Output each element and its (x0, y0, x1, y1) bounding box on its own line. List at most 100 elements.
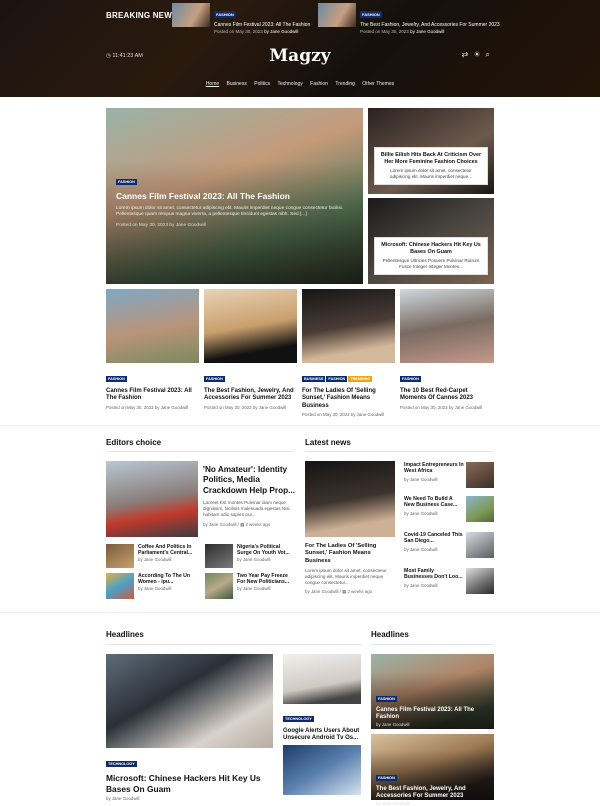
article-card[interactable]: FASHION Cannes Film Festival 2023: All T… (106, 289, 199, 410)
editors-item[interactable]: Nigeria's Political Surge On Youth Vot..… (205, 544, 295, 568)
author-link[interactable]: by Jane Goodwill (237, 586, 295, 591)
editors-item-thumbnail[interactable] (106, 573, 134, 599)
shuffle-icon[interactable]: ⇄ (462, 50, 474, 59)
author-link[interactable]: by Jane Goodwill (138, 586, 198, 591)
latest-main-title[interactable]: For The Ladies Of 'Selling Sunset,' Fash… (305, 543, 397, 565)
editors-item-thumbnail[interactable] (106, 544, 134, 568)
latest-item[interactable]: Impact Entrepreneurs In West Africa by Ja… (404, 462, 494, 488)
ticker-item[interactable]: FASHION Cannes Film Festival 2023: All T… (172, 3, 334, 34)
headline-overlay-title[interactable]: Cannes Film Festival 2023: All The Fashi… (376, 707, 490, 722)
nav-other-themes[interactable]: Other Themes (362, 81, 394, 87)
latest-item-thumbnail[interactable] (466, 462, 494, 488)
author-link[interactable]: by Jane Goodwill (376, 801, 490, 806)
article-title[interactable]: For The Ladies Of 'Selling Sunset,' Fash… (302, 388, 395, 410)
nav-home[interactable]: Home (206, 81, 219, 87)
latest-main-thumbnail[interactable] (305, 461, 395, 537)
site-logo[interactable]: Magzy (0, 46, 600, 66)
category-tag[interactable]: FASHION (376, 696, 397, 702)
side-card[interactable]: Billie Eilish Hits Back At Criticism Ove… (368, 108, 494, 194)
category-tag[interactable]: TECHNOLOGY (283, 716, 314, 722)
nav-business[interactable]: Business (227, 81, 247, 87)
nav-fashion[interactable]: Fashion (310, 81, 328, 87)
latest-item[interactable]: We Need To Build A New Business Case... b… (404, 496, 494, 522)
category-tag[interactable]: FASHION (214, 11, 236, 18)
category-tag[interactable]: TECHNOLOGY (106, 761, 137, 767)
author-link[interactable]: by Jane Goodwill (138, 557, 198, 562)
editors-main-title[interactable]: 'No Amateur': Identity Politics, Media C… (203, 465, 295, 496)
editors-item-title[interactable]: According To The Un Women - ipu... (138, 573, 198, 586)
article-title[interactable]: The Best Fashion, Jewelry, And Accessori… (204, 388, 297, 403)
headline-overlay-card[interactable]: FASHION Cannes Film Festival 2023: All T… (371, 654, 494, 729)
latest-item[interactable]: Covid-19 Canceled This San Diego... by Ja… (404, 532, 494, 558)
editors-item-thumbnail[interactable] (205, 573, 233, 599)
article-card[interactable]: FASHION The 10 Best Red-Carpet Moments O… (400, 289, 494, 410)
category-tag[interactable]: FASHION (400, 376, 421, 382)
nav-politics[interactable]: Politics (254, 81, 270, 87)
headline-main-thumbnail[interactable] (106, 654, 273, 748)
ticker-item[interactable]: FASHION The Best Fashion, Jewelry, And A… (318, 3, 500, 34)
headline-overlay-card[interactable]: FASHION The Best Fashion, Jewelry, And A… (371, 734, 494, 806)
article-thumbnail[interactable] (400, 289, 494, 363)
author-link[interactable]: by Jane Goodwill (404, 547, 464, 552)
editors-item-title[interactable]: Nigeria's Political Surge On Youth Vot..… (237, 544, 295, 557)
ticker-thumbnail[interactable] (318, 3, 356, 27)
ticker-title[interactable]: The Best Fashion, Jewelry, And Accessori… (360, 22, 500, 28)
ticker-title[interactable]: Cannes Film Festival 2023: All The Fashi… (214, 22, 334, 28)
category-tag[interactable]: FASHION (106, 376, 127, 382)
author-link[interactable]: by Jane Goodwill (203, 522, 236, 527)
editors-item-title[interactable]: Two Year Pay Freeze For New Politicians.… (237, 573, 295, 586)
latest-item[interactable]: Most Family Businesses Don't Loo... by Ja… (404, 568, 494, 594)
hero-title[interactable]: Cannes Film Festival 2023: All The Fashi… (116, 191, 356, 201)
article-card[interactable]: FASHION The Best Fashion, Jewelry, And A… (204, 289, 297, 410)
author-link[interactable]: by Jane Goodwill (404, 583, 464, 588)
article-title[interactable]: Cannes Film Festival 2023: All The Fashi… (106, 388, 199, 403)
category-tag[interactable]: FASHION (326, 376, 348, 382)
editors-item[interactable]: According To The Un Women - ipu... by Jan… (106, 573, 198, 599)
ticker-author[interactable]: by Jane Goodwill (410, 29, 444, 34)
hero-article[interactable]: FASHION Cannes Film Festival 2023: All T… (106, 108, 363, 284)
latest-item-thumbnail[interactable] (466, 496, 494, 522)
latest-item-thumbnail[interactable] (466, 532, 494, 558)
editors-item[interactable]: Two Year Pay Freeze For New Politicians.… (205, 573, 295, 599)
author-link[interactable]: by Jane Goodwill (376, 722, 490, 727)
search-icon[interactable]: ⌕ (486, 50, 495, 59)
category-tag[interactable]: BUSINESS (302, 376, 326, 382)
article-thumbnail[interactable] (302, 289, 395, 363)
headline-item-thumbnail[interactable] (283, 745, 361, 795)
author-link[interactable]: by Jane Goodwill (404, 477, 464, 482)
latest-item-title[interactable]: We Need To Build A New Business Case... (404, 496, 464, 509)
category-tag[interactable]: FASHION (376, 775, 397, 781)
category-tag[interactable]: TRENDING (348, 376, 373, 382)
category-tag[interactable]: FASHION (204, 376, 225, 382)
category-tag[interactable]: FASHION (116, 179, 137, 185)
headline-overlay-title[interactable]: The Best Fashion, Jewelry, And Accessori… (376, 786, 490, 801)
latest-item-title[interactable]: Impact Entrepreneurs In West Africa (404, 462, 464, 475)
ticker-thumbnail[interactable] (172, 3, 210, 27)
latest-item-thumbnail[interactable] (466, 568, 494, 594)
article-thumbnail[interactable] (204, 289, 297, 363)
article-title[interactable]: The 10 Best Red-Carpet Moments Of Cannes… (400, 388, 494, 403)
side-card-title[interactable]: Billie Eilish Hits Back At Criticism Ove… (380, 152, 482, 166)
editors-main-thumbnail[interactable] (106, 461, 198, 537)
nav-trending[interactable]: Trending (335, 81, 355, 87)
theme-toggle-icon[interactable]: ☀ (473, 50, 485, 59)
author-link[interactable]: by Jane Goodwill (237, 557, 295, 562)
author-link[interactable]: by Jane Goodwill (404, 511, 464, 516)
headline-item-thumbnail[interactable] (283, 654, 361, 704)
latest-item-title[interactable]: Most Family Businesses Don't Loo... (404, 568, 464, 581)
editors-item[interactable]: Coffee And Politics In Parliament's Cent… (106, 544, 198, 568)
author-link[interactable]: by Jane Goodwill (106, 796, 276, 801)
editors-item-thumbnail[interactable] (205, 544, 233, 568)
nav-technology[interactable]: Technology (277, 81, 302, 87)
latest-item-title[interactable]: Covid-19 Canceled This San Diego... (404, 532, 464, 545)
article-card[interactable]: BUSINESS FASHION TRENDING For The Ladies O… (302, 289, 395, 417)
headline-item-title[interactable]: Google Alerts Users About Unsecure Andro… (283, 728, 363, 743)
editors-item-title[interactable]: Coffee And Politics In Parliament's Cent… (138, 544, 198, 557)
side-card[interactable]: Microsoft: Chinese Hackers Hit Key Us Ba… (368, 198, 494, 284)
category-tag[interactable]: FASHION (360, 11, 382, 18)
ticker-author[interactable]: by Jane Goodwill (264, 29, 298, 34)
side-card-title[interactable]: Microsoft: Chinese Hackers Hit Key Us Ba… (380, 242, 482, 256)
headline-main-title[interactable]: Microsoft: Chinese Hackers Hit Key Us Ba… (106, 773, 276, 794)
author-link[interactable]: by Jane Goodwill (305, 589, 338, 594)
article-thumbnail[interactable] (106, 289, 199, 363)
